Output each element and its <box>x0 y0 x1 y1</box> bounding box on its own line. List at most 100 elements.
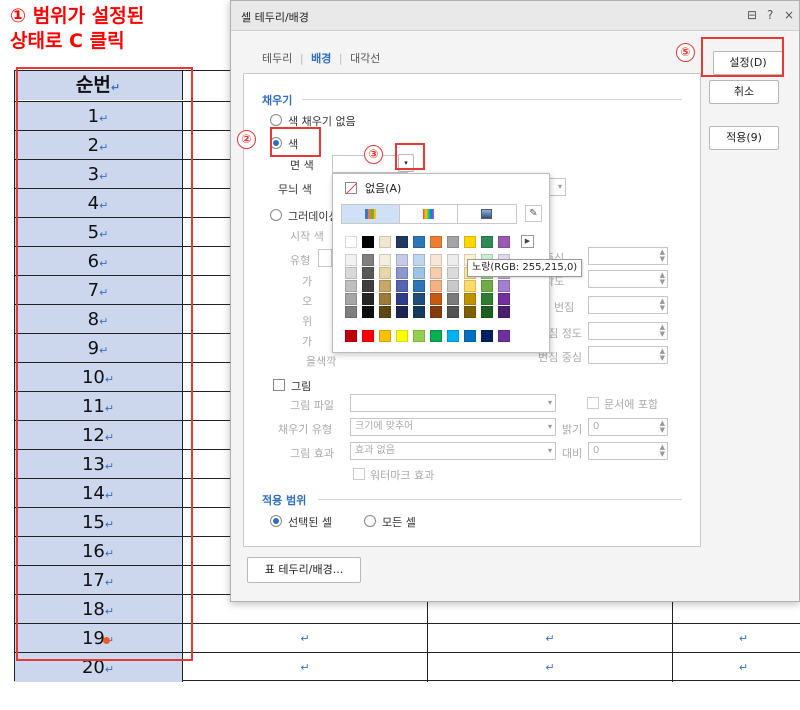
swatch-standard[interactable] <box>481 330 493 342</box>
swatch-shade[interactable] <box>362 254 374 266</box>
swatch-shade[interactable] <box>379 306 391 318</box>
image-palette-tab[interactable] <box>458 205 516 223</box>
swatch-shade[interactable] <box>430 306 442 318</box>
swatch[interactable] <box>413 236 425 248</box>
swatch-shade[interactable] <box>464 306 476 318</box>
picture-checkbox[interactable] <box>273 379 285 391</box>
swatch-shade[interactable] <box>498 280 510 292</box>
swatch[interactable] <box>447 236 459 248</box>
brightness-spin[interactable]: 0 ▲ ▼ <box>588 418 668 436</box>
swatch-shade[interactable] <box>413 267 425 279</box>
fill-type-select[interactable]: 크기에 맞추어 ▾ <box>350 418 556 436</box>
swatch-shade[interactable] <box>362 306 374 318</box>
swatch-standard[interactable] <box>362 330 374 342</box>
rgb-palette-tab[interactable] <box>400 205 458 223</box>
watermark-checkbox[interactable] <box>353 468 365 480</box>
swatch[interactable] <box>430 236 442 248</box>
swatch-shade[interactable] <box>362 267 374 279</box>
table-cell[interactable]: ↵ <box>183 653 428 682</box>
table-cell[interactable]: ↵ <box>428 624 673 653</box>
swatch-shade[interactable] <box>396 280 408 292</box>
swatch-shade[interactable] <box>498 293 510 305</box>
contrast-spin[interactable]: 0 ▲ ▼ <box>588 442 668 460</box>
swatch[interactable] <box>498 236 510 248</box>
eyedropper-icon[interactable]: ✎ <box>525 205 542 222</box>
swatch-shade[interactable] <box>379 267 391 279</box>
swatch-shade[interactable] <box>447 254 459 266</box>
swatch-shade[interactable] <box>413 293 425 305</box>
picture-effect-select[interactable]: 효과 없음 ▾ <box>350 442 556 460</box>
swatch[interactable] <box>345 236 357 248</box>
close-icon[interactable]: × <box>784 8 794 22</box>
swatch-shade[interactable] <box>447 280 459 292</box>
angle-spin[interactable]: ▲ ▼ <box>588 270 668 288</box>
swatch-standard[interactable] <box>447 330 459 342</box>
apply-button[interactable]: 적용(9) <box>709 126 779 150</box>
swatch[interactable] <box>379 236 391 248</box>
step-center-spin[interactable]: ▲ ▼ <box>588 346 668 364</box>
table-cell[interactable]: ↵ <box>673 624 800 653</box>
table-cell[interactable]: ↵ <box>183 624 428 653</box>
center-spin[interactable]: ▲ ▼ <box>588 247 668 265</box>
swatch-shade[interactable] <box>430 267 442 279</box>
swatch-shade[interactable] <box>413 254 425 266</box>
table-border-background-button[interactable]: 표 테두리/배경... <box>247 557 361 583</box>
swatch-standard[interactable] <box>345 330 357 342</box>
picture-file-field[interactable]: ▾ <box>350 394 556 412</box>
swatch-shade[interactable] <box>396 254 408 266</box>
gradation-radio[interactable] <box>270 209 282 221</box>
swatch[interactable] <box>481 236 493 248</box>
selected-cells-radio[interactable] <box>270 515 282 527</box>
step-degree-spin[interactable]: ▲ ▼ <box>588 322 668 340</box>
swatch-standard[interactable] <box>498 330 510 342</box>
dialog-titlebar[interactable]: 셀 테두리/배경 ⊟ ? × <box>231 1 799 31</box>
swatch-shade[interactable] <box>379 254 391 266</box>
tab-border[interactable]: 테두리 <box>262 52 292 65</box>
swatch-standard[interactable] <box>464 330 476 342</box>
swatch-shade[interactable] <box>345 254 357 266</box>
help-icon[interactable]: ? <box>767 8 773 22</box>
swatch-shade[interactable] <box>430 254 442 266</box>
swatch-yellow[interactable] <box>464 236 476 248</box>
tab-background[interactable]: 배경 <box>311 52 331 65</box>
no-color-option[interactable]: 없음(A) <box>345 180 401 196</box>
table-cell[interactable]: ↵ <box>428 653 673 682</box>
swatch-shade[interactable] <box>447 267 459 279</box>
swatch-shade[interactable] <box>379 280 391 292</box>
swatch-shade[interactable] <box>345 293 357 305</box>
swatch-shade[interactable] <box>396 267 408 279</box>
swatch-shade[interactable] <box>362 293 374 305</box>
swatch-standard[interactable] <box>430 330 442 342</box>
swatch-shade[interactable] <box>430 293 442 305</box>
all-cells-radio[interactable] <box>364 515 376 527</box>
swatch-standard[interactable] <box>413 330 425 342</box>
tab-diagonal[interactable]: 대각선 <box>350 52 380 65</box>
swatch-shade[interactable] <box>464 293 476 305</box>
cancel-button[interactable]: 취소 <box>709 80 779 104</box>
swatch-shade[interactable] <box>498 306 510 318</box>
more-colors-arrow-icon[interactable]: ▶ <box>521 235 534 248</box>
swatch-shade[interactable] <box>430 280 442 292</box>
swatch-shade[interactable] <box>345 280 357 292</box>
swatch-shade[interactable] <box>413 280 425 292</box>
swatch-shade[interactable] <box>481 293 493 305</box>
steps-spin[interactable]: ▲ ▼ <box>588 296 668 314</box>
include-in-document-checkbox[interactable] <box>587 397 599 409</box>
swatch-shade[interactable] <box>481 306 493 318</box>
swatch-standard[interactable] <box>379 330 391 342</box>
swatch-shade[interactable] <box>464 280 476 292</box>
swatch-shade[interactable] <box>481 280 493 292</box>
swatch-shade[interactable] <box>379 293 391 305</box>
swatch-shade[interactable] <box>362 280 374 292</box>
swatch-shade[interactable] <box>447 293 459 305</box>
pin-icon[interactable]: ⊟ <box>747 8 757 22</box>
theme-palette-tab[interactable] <box>342 205 400 223</box>
swatch-shade[interactable] <box>396 293 408 305</box>
swatch-standard[interactable] <box>396 330 408 342</box>
type-select[interactable] <box>318 249 332 267</box>
swatch-shade[interactable] <box>345 306 357 318</box>
swatch-shade[interactable] <box>345 267 357 279</box>
swatch-shade[interactable] <box>413 306 425 318</box>
swatch[interactable] <box>396 236 408 248</box>
swatch[interactable] <box>362 236 374 248</box>
